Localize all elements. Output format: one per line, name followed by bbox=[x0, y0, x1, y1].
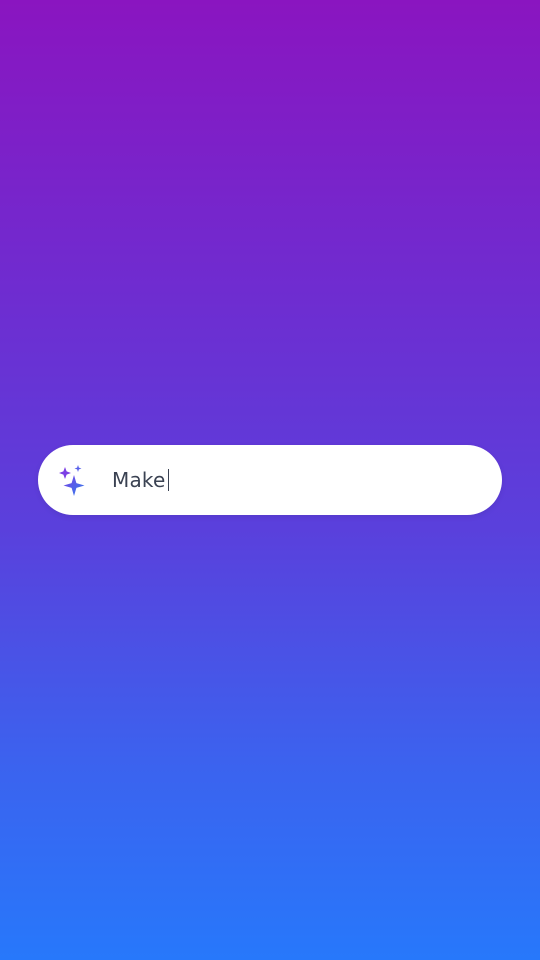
prompt-input-bar[interactable]: Make bbox=[38, 445, 502, 515]
prompt-input-value: Make bbox=[112, 468, 166, 492]
text-caret bbox=[167, 469, 169, 491]
sparkle-icon bbox=[59, 465, 85, 496]
app-screen: { "prompt_bar": { "icon": "sparkle-icon"… bbox=[0, 0, 540, 960]
prompt-input[interactable]: Make bbox=[112, 465, 169, 495]
